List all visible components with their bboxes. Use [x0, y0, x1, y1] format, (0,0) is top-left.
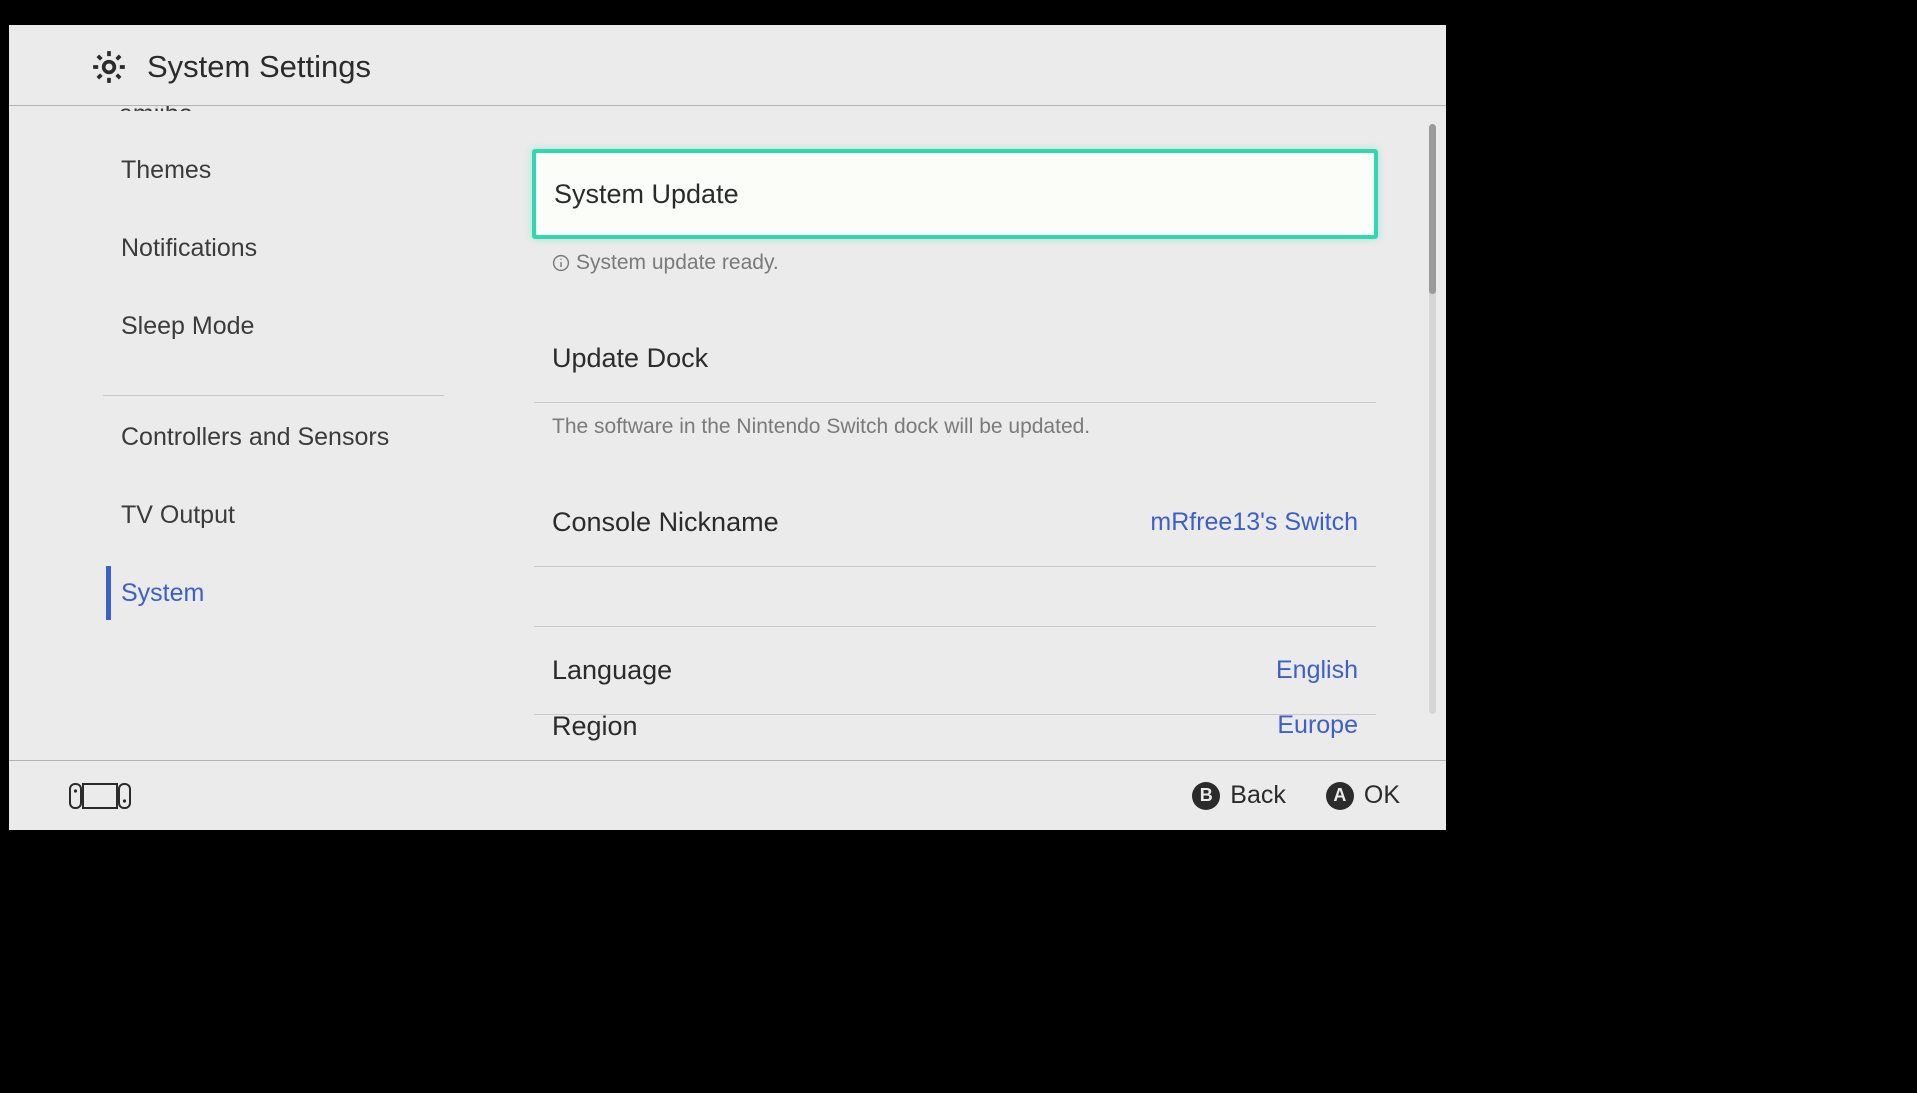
row-language: Language English [534, 627, 1376, 715]
row-value: mRfree13's Switch [1150, 508, 1358, 537]
sidebar-item-label: Themes [121, 156, 211, 185]
sidebar-item-label: Sleep Mode [121, 312, 254, 341]
b-button-icon: B [1192, 782, 1220, 810]
sidebar: amiibo Themes Notifications Sleep Mode C… [9, 106, 454, 760]
row-update-dock: Update Dock The software in the Nintendo… [534, 315, 1376, 479]
row-system-update: System Update System update ready. [534, 149, 1376, 315]
update-dock-button[interactable]: Update Dock [534, 315, 1376, 403]
ok-button[interactable]: A OK [1326, 781, 1400, 810]
gear-icon [89, 47, 129, 87]
sidebar-item-label: amiibo [119, 106, 193, 111]
settings-screen: System Settings amiibo Themes Notificati… [9, 25, 1446, 830]
scrollbar-thumb[interactable] [1429, 124, 1436, 294]
info-icon [552, 254, 570, 272]
console-nickname-button[interactable]: Console Nickname mRfree13's Switch [534, 479, 1376, 567]
sidebar-item-label: Notifications [121, 234, 257, 263]
back-label: Back [1230, 781, 1286, 810]
sidebar-item-tv-output[interactable]: TV Output [9, 476, 454, 554]
sidebar-item-sleep-mode[interactable]: Sleep Mode [9, 287, 454, 365]
body: amiibo Themes Notifications Sleep Mode C… [9, 106, 1446, 760]
row-region: Region Europe [534, 715, 1376, 743]
sidebar-item-label: System [121, 579, 204, 608]
sidebar-group-2: Controllers and Sensors TV Output System [9, 396, 454, 632]
sidebar-group-1: Themes Notifications Sleep Mode [9, 111, 454, 365]
ok-label: OK [1364, 781, 1400, 810]
sidebar-item-controllers[interactable]: Controllers and Sensors [9, 398, 454, 476]
row-console-nickname: Console Nickname mRfree13's Switch [534, 479, 1376, 567]
spacer-row [534, 567, 1376, 627]
sidebar-item-cutoff[interactable]: amiibo [9, 106, 454, 111]
sidebar-item-notifications[interactable]: Notifications [9, 209, 454, 287]
row-subtext: The software in the Nintendo Switch dock… [534, 403, 1376, 479]
controller-icon [69, 781, 131, 811]
sidebar-item-themes[interactable]: Themes [9, 131, 454, 209]
row-subtext: System update ready. [534, 239, 1376, 315]
row-label: Region [552, 715, 638, 742]
row-value: Europe [1277, 715, 1358, 740]
row-label: Console Nickname [552, 507, 779, 538]
sidebar-item-label: TV Output [121, 501, 235, 530]
sidebar-item-system[interactable]: System [9, 554, 454, 632]
sidebar-item-label: Controllers and Sensors [121, 423, 389, 452]
main-panel: System Update System update ready. U [454, 106, 1446, 760]
language-button[interactable]: Language English [534, 627, 1376, 715]
row-label: System Update [554, 179, 739, 210]
row-subtext-label: System update ready. [576, 251, 779, 275]
region-button[interactable]: Region Europe [534, 715, 1376, 743]
back-button[interactable]: B Back [1192, 781, 1286, 810]
page-title: System Settings [147, 49, 371, 85]
row-subtext-label: The software in the Nintendo Switch dock… [552, 415, 1090, 439]
footer: B Back A OK [9, 760, 1446, 830]
header: System Settings [9, 25, 1446, 106]
footer-actions: B Back A OK [1192, 781, 1400, 810]
a-button-icon: A [1326, 782, 1354, 810]
row-value: English [1276, 656, 1358, 685]
row-label: Language [552, 655, 672, 686]
system-update-button[interactable]: System Update [532, 149, 1378, 239]
row-label: Update Dock [552, 343, 708, 374]
